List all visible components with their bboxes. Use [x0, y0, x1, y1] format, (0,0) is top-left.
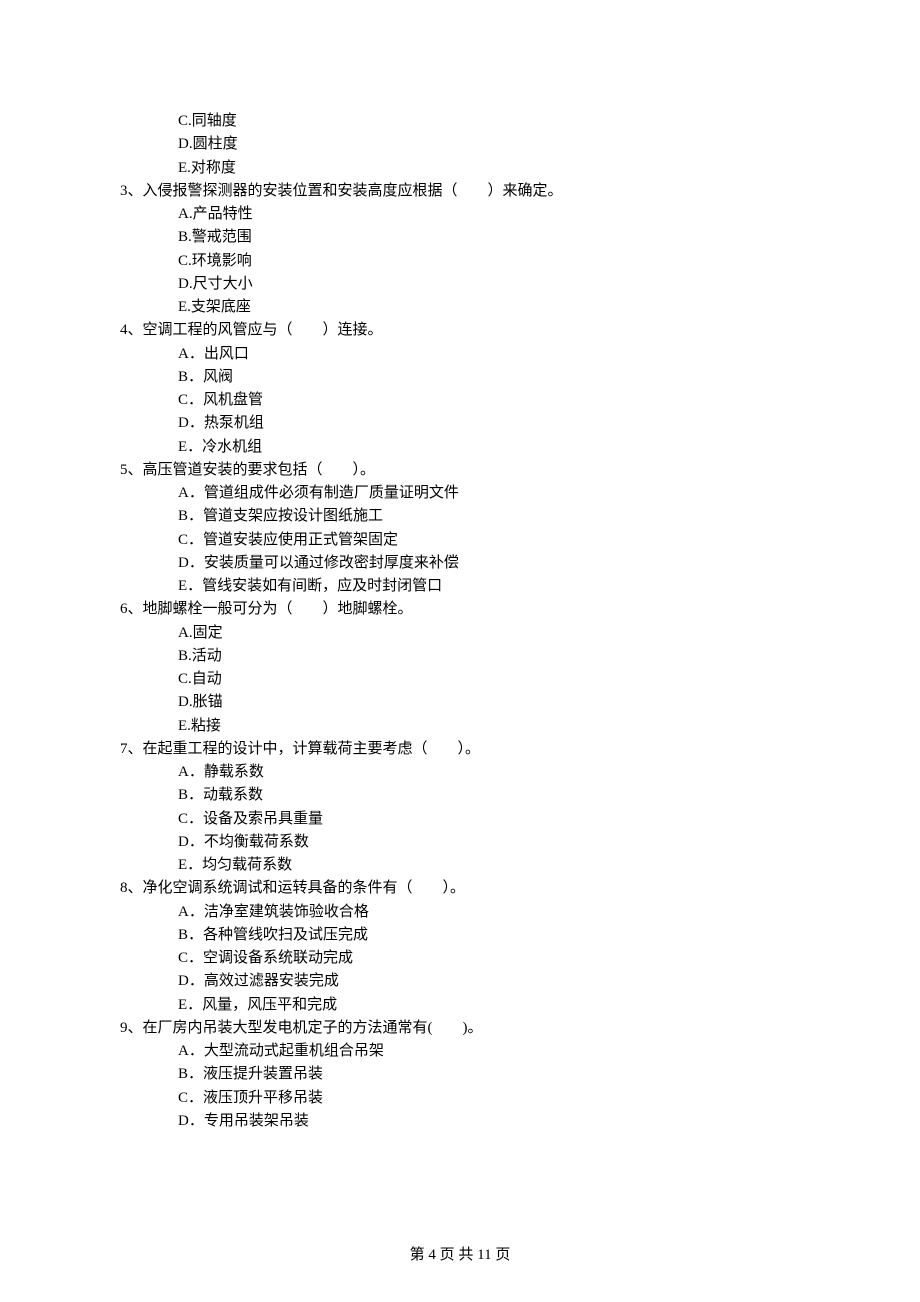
question-5: 5、高压管道安装的要求包括（ ）。 A．管道组成件必须有制造厂质量证明文件 B．… — [120, 459, 800, 599]
option-d: D．不均衡载荷系数 — [178, 831, 800, 854]
option-c: C．空调设备系统联动完成 — [178, 947, 800, 970]
option-a: A．出风口 — [178, 343, 800, 366]
question-6: 6、地脚螺栓一般可分为（ ）地脚螺栓。 A.固定 B.活动 C.自动 D.胀锚 … — [120, 598, 800, 738]
option-d: D.圆柱度 — [178, 133, 800, 156]
options-block: A．大型流动式起重机组合吊架 B．液压提升装置吊装 C．液压顶升平移吊装 D．专… — [120, 1040, 800, 1133]
option-a: A．管道组成件必须有制造厂质量证明文件 — [178, 482, 800, 505]
options-block: A.产品特性 B.警戒范围 C.环境影响 D.尺寸大小 E.支架底座 — [120, 203, 800, 319]
question-8: 8、净化空调系统调试和运转具备的条件有（ ）。 A．洁净室建筑装饰验收合格 B．… — [120, 877, 800, 1017]
option-a: A.固定 — [178, 622, 800, 645]
option-e: E.对称度 — [178, 157, 800, 180]
option-c: C.环境影响 — [178, 250, 800, 273]
option-c: C.自动 — [178, 668, 800, 691]
question-3: 3、入侵报警探测器的安装位置和安装高度应根据（ ）来确定。 A.产品特性 B.警… — [120, 180, 800, 320]
prev-question-options: C.同轴度 D.圆柱度 E.对称度 — [120, 110, 800, 180]
option-a: A．大型流动式起重机组合吊架 — [178, 1040, 800, 1063]
option-a: A．洁净室建筑装饰验收合格 — [178, 901, 800, 924]
page-footer: 第 4 页 共 11 页 — [0, 1244, 920, 1267]
option-c: C．风机盘管 — [178, 389, 800, 412]
question-9: 9、在厂房内吊装大型发电机定子的方法通常有( )。 A．大型流动式起重机组合吊架… — [120, 1017, 800, 1133]
option-c: C．管道安装应使用正式管架固定 — [178, 529, 800, 552]
option-b: B．风阀 — [178, 366, 800, 389]
option-d: D．专用吊装架吊装 — [178, 1110, 800, 1133]
options-block: A．洁净室建筑装饰验收合格 B．各种管线吹扫及试压完成 C．空调设备系统联动完成… — [120, 901, 800, 1017]
option-d: D.尺寸大小 — [178, 273, 800, 296]
option-a: A．静载系数 — [178, 761, 800, 784]
question-stem: 4、空调工程的风管应与（ ）连接。 — [120, 319, 800, 342]
question-stem: 9、在厂房内吊装大型发电机定子的方法通常有( )。 — [120, 1017, 800, 1040]
option-b: B．动载系数 — [178, 784, 800, 807]
option-b: B．液压提升装置吊装 — [178, 1063, 800, 1086]
question-4: 4、空调工程的风管应与（ ）连接。 A．出风口 B．风阀 C．风机盘管 D．热泵… — [120, 319, 800, 459]
option-c: C．设备及索吊具重量 — [178, 808, 800, 831]
option-d: D．热泵机组 — [178, 412, 800, 435]
options-block: A.固定 B.活动 C.自动 D.胀锚 E.粘接 — [120, 622, 800, 738]
option-d: D．安装质量可以通过修改密封厚度来补偿 — [178, 552, 800, 575]
question-stem: 6、地脚螺栓一般可分为（ ）地脚螺栓。 — [120, 598, 800, 621]
question-stem: 8、净化空调系统调试和运转具备的条件有（ ）。 — [120, 877, 800, 900]
question-stem: 3、入侵报警探测器的安装位置和安装高度应根据（ ）来确定。 — [120, 180, 800, 203]
option-e: E．冷水机组 — [178, 436, 800, 459]
options-block: A．静载系数 B．动载系数 C．设备及索吊具重量 D．不均衡载荷系数 E．均匀载… — [120, 761, 800, 877]
option-e: E.支架底座 — [178, 296, 800, 319]
option-d: D.胀锚 — [178, 691, 800, 714]
option-a: A.产品特性 — [178, 203, 800, 226]
option-b: B．各种管线吹扫及试压完成 — [178, 924, 800, 947]
option-b: B．管道支架应按设计图纸施工 — [178, 505, 800, 528]
question-stem: 7、在起重工程的设计中，计算载荷主要考虑（ ）。 — [120, 738, 800, 761]
option-b: B.活动 — [178, 645, 800, 668]
option-c: C．液压顶升平移吊装 — [178, 1087, 800, 1110]
option-e: E．风量，风压平和完成 — [178, 994, 800, 1017]
option-d: D．高效过滤器安装完成 — [178, 970, 800, 993]
question-7: 7、在起重工程的设计中，计算载荷主要考虑（ ）。 A．静载系数 B．动载系数 C… — [120, 738, 800, 878]
options-block: A．出风口 B．风阀 C．风机盘管 D．热泵机组 E．冷水机组 — [120, 343, 800, 459]
question-stem: 5、高压管道安装的要求包括（ ）。 — [120, 459, 800, 482]
option-c: C.同轴度 — [178, 110, 800, 133]
option-e: E.粘接 — [178, 715, 800, 738]
option-b: B.警戒范围 — [178, 226, 800, 249]
page-container: C.同轴度 D.圆柱度 E.对称度 3、入侵报警探测器的安装位置和安装高度应根据… — [0, 0, 920, 1302]
options-block: A．管道组成件必须有制造厂质量证明文件 B．管道支架应按设计图纸施工 C．管道安… — [120, 482, 800, 598]
option-e: E．均匀载荷系数 — [178, 854, 800, 877]
option-e: E．管线安装如有间断，应及时封闭管口 — [178, 575, 800, 598]
